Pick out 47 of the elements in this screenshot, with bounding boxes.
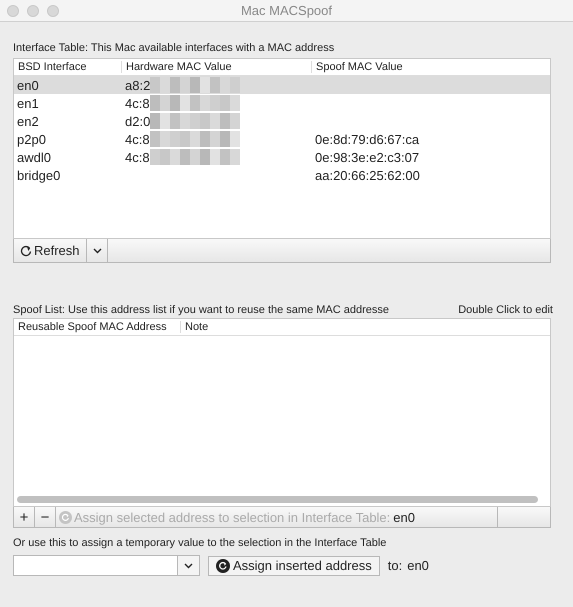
table-cell: 4c:8 [125, 150, 150, 164]
to-label: to: [388, 558, 402, 573]
table-row[interactable]: awdl0 4c:8 0e:98:3e:e2:c3:07 [14, 148, 550, 166]
address-combo-box[interactable] [13, 555, 200, 576]
table-cell: 0e:8d:79:d6:67:ca [315, 132, 420, 146]
table-cell: d2:0 [125, 114, 150, 128]
refresh-icon [20, 244, 32, 256]
table-cell: en2 [17, 114, 39, 128]
target-value: en0 [407, 558, 429, 573]
refresh-icon [216, 558, 230, 572]
table-cell: 4c:8 [125, 96, 150, 110]
table-cell: 4c:8 [125, 132, 150, 146]
table-row[interactable]: en2 d2:0 [14, 112, 550, 130]
refresh-icon [59, 510, 72, 524]
window-control-button[interactable] [27, 4, 39, 16]
section-label: Interface Table: This Mac available interfaces with a MAC address [13, 42, 336, 54]
chevron-icon [184, 562, 193, 568]
table-cell: p2p0 [17, 132, 46, 146]
chevron-icon [92, 248, 102, 254]
table-cell: en0 [17, 78, 39, 92]
section-label: Or use this to assign a temporary value to the selection in the Interface Table [13, 537, 388, 549]
table-row[interactable]: p2p0 4c:8 0e:8d:79:d6:67:ca [14, 130, 550, 148]
window-control-button[interactable] [7, 4, 19, 16]
table-cell: en1 [17, 96, 39, 110]
refresh-button[interactable]: Refresh [14, 239, 87, 262]
table-cell: a8:2 [125, 78, 150, 92]
section-label: Spoof List: Use this address list if you want to reuse the same MAC addresse [13, 304, 390, 316]
remove-button[interactable]: − [35, 507, 56, 527]
column-header[interactable]: Note [181, 321, 208, 333]
column-header[interactable]: Spoof MAC Value [312, 61, 550, 73]
scrollbar[interactable] [17, 496, 538, 503]
add-button[interactable]: + [14, 507, 35, 527]
table-cell: aa:20:66:25:62:00 [315, 168, 420, 182]
table-row[interactable]: bridge0 aa:20:66:25:62:00 [14, 166, 550, 184]
column-header[interactable]: Hardware MAC Value [122, 61, 312, 73]
window-title: Mac MACSpoof [240, 3, 334, 18]
table-cell: 0e:98:3e:e2:c3:07 [315, 150, 420, 164]
hint-text: Double Click to edit [458, 304, 553, 316]
table-row[interactable]: en0 a8:2 [14, 76, 550, 94]
table-row[interactable]: en1 4c:8 [14, 94, 550, 112]
table-cell: bridge0 [17, 168, 60, 182]
table-cell: awdl0 [17, 150, 51, 164]
assign-inserted-button[interactable]: Assign inserted address [208, 556, 380, 576]
window-control-button[interactable] [47, 4, 59, 16]
column-header[interactable]: Reusable Spoof MAC Address [14, 321, 181, 333]
target-value: en0 [393, 508, 416, 526]
column-header[interactable]: BSD Interface [14, 61, 122, 73]
